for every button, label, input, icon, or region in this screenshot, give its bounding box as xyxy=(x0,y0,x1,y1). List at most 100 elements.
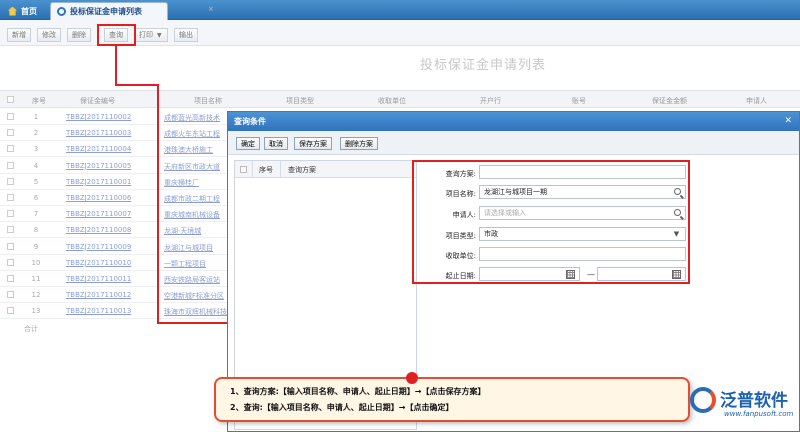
col-header-applicant: 申请人 xyxy=(746,97,767,105)
tab-bid-deposit-list[interactable]: 投标保证金申请列表 × xyxy=(50,2,214,20)
cancel-button[interactable]: 取消 xyxy=(264,137,288,150)
row-checkbox[interactable] xyxy=(7,242,14,250)
row-checkbox[interactable] xyxy=(7,161,14,169)
dialog-toolbar: 确定 取消 保存方案 删除方案 xyxy=(228,131,799,155)
dialog-title: 查询条件 xyxy=(234,117,266,126)
row-project-link[interactable]: 龙湖·天境城 xyxy=(164,226,230,236)
row-no: 13 xyxy=(31,307,41,316)
col-header-code: 保证金编号 xyxy=(80,97,115,105)
row-code-link[interactable]: TBBZJ2017110005 xyxy=(66,162,131,170)
row-project-link[interactable]: 港珠澳大桥施工 xyxy=(164,145,230,155)
table-row[interactable]: 5 TBBZJ2017110001 重庆横桂厂 xyxy=(0,174,230,190)
annotation-line xyxy=(157,84,159,324)
row-no: 10 xyxy=(31,258,41,267)
table-row[interactable]: 7 TBBZJ2017110007 重庆城南机械设备 xyxy=(0,206,230,223)
row-code-link[interactable]: TBBZJ2017110010 xyxy=(66,259,131,267)
delete-button[interactable]: 删除 xyxy=(67,28,91,42)
row-project-link[interactable]: 龙湖江与城项目 xyxy=(164,243,230,253)
row-checkbox[interactable] xyxy=(7,177,14,185)
col-header-amount: 保证金金额 xyxy=(652,97,687,105)
row-code-link[interactable]: TBBZJ2017110012 xyxy=(66,291,131,299)
table-row[interactable]: 6 TBBZJ2017110006 成都市政二期工程 xyxy=(0,190,230,206)
row-code-link[interactable]: TBBZJ2017110011 xyxy=(66,275,131,283)
row-no: 8 xyxy=(33,226,39,235)
dialog-header: 查询条件 ✕ xyxy=(228,112,799,131)
row-project-link[interactable]: 空港新城F标准分区 xyxy=(164,291,230,301)
table-row[interactable]: 3 TBBZJ2017110004 港珠澳大桥施工 xyxy=(0,141,230,158)
row-code-link[interactable]: TBBZJ2017110009 xyxy=(66,243,131,251)
row-code-link[interactable]: TBBZJ2017110006 xyxy=(66,194,131,202)
row-code-link[interactable]: TBBZJ2017110003 xyxy=(66,129,131,137)
row-project-link[interactable]: 成都市政二期工程 xyxy=(164,194,230,204)
row-checkbox[interactable] xyxy=(7,275,14,282)
row-checkbox[interactable] xyxy=(7,113,14,120)
row-project-link[interactable]: 西安铁路局客运站 xyxy=(164,275,230,285)
row-project-link[interactable]: 天府新区市政大道 xyxy=(164,162,230,172)
table-row[interactable]: 1 TBBZJ2017110002 成都蓝光高新技术 xyxy=(0,109,230,125)
table-row[interactable]: 10 TBBZJ2017110010 一颗工程项目 xyxy=(0,255,230,271)
row-no: 5 xyxy=(33,177,39,186)
row-checkbox[interactable] xyxy=(7,194,14,201)
tab-bid-deposit-label: 投标保证金申请列表 xyxy=(70,7,142,16)
callout-line-1: 1、查询方案:【输入项目名称、申请人、起止日期】→【点击保存方案】 xyxy=(230,387,486,396)
table-row[interactable]: 8 TBBZJ2017110008 龙湖·天境城 xyxy=(0,222,230,239)
row-checkbox[interactable] xyxy=(7,226,14,234)
row-project-link[interactable]: 重庆横桂厂 xyxy=(164,178,230,188)
logo-name: 泛普软件 xyxy=(720,391,788,411)
annotation-line xyxy=(115,84,159,86)
table-row[interactable]: 11 TBBZJ2017110011 西安铁路局客运站 xyxy=(0,271,230,287)
row-checkbox[interactable] xyxy=(7,210,14,218)
row-code-link[interactable]: TBBZJ2017110004 xyxy=(66,145,131,153)
col-header-type: 项目类型 xyxy=(286,97,314,105)
close-icon[interactable]: × xyxy=(208,6,215,13)
row-project-link[interactable]: 珠海市双辉机械科技 xyxy=(164,307,230,317)
row-code-link[interactable]: TBBZJ2017110008 xyxy=(66,226,131,234)
row-no: 3 xyxy=(33,145,39,154)
form-highlight-box xyxy=(412,160,690,284)
row-no: 6 xyxy=(33,194,39,202)
row-checkbox[interactable] xyxy=(7,307,14,315)
row-project-link[interactable]: 成都蓝光高新技术 xyxy=(164,113,230,123)
close-icon[interactable]: ✕ xyxy=(784,116,792,126)
instruction-callout: 1、查询方案:【输入项目名称、申请人、起止日期】→【点击保存方案】 2、查询:【… xyxy=(214,377,690,422)
delete-plan-button[interactable]: 删除方案 xyxy=(340,137,378,150)
callout-pin xyxy=(406,372,418,384)
plan-list-header: 序号 查询方案 xyxy=(235,161,416,178)
row-code-link[interactable]: TBBZJ2017110007 xyxy=(66,210,131,218)
grid-header: 序号 保证金编号 项目名称 项目类型 收取单位 开户行 账号 保证金金额 申请人 xyxy=(0,90,800,108)
row-project-link[interactable]: 一颗工程项目 xyxy=(164,259,230,269)
confirm-button[interactable]: 确定 xyxy=(236,137,260,150)
row-checkbox[interactable] xyxy=(7,291,14,299)
table-row[interactable]: 2 TBBZJ2017110003 成都火车东站工程 xyxy=(0,125,230,142)
table-row[interactable]: 13 TBBZJ2017110013 珠海市双辉机械科技 xyxy=(0,303,230,320)
logo: 泛普软件 www.fanpusoft.com xyxy=(690,383,798,425)
row-checkbox[interactable] xyxy=(7,258,14,266)
row-project-link[interactable]: 重庆城南机械设备 xyxy=(164,210,230,220)
table-row[interactable]: 9 TBBZJ2017110009 龙湖江与城项目 xyxy=(0,239,230,255)
chevron-down-icon: ▼ xyxy=(157,31,162,39)
tab-home[interactable]: 首页 xyxy=(2,2,48,20)
row-no: 1 xyxy=(33,113,39,121)
row-code-link[interactable]: TBBZJ2017110001 xyxy=(66,178,131,186)
print-button[interactable]: 打印 ▼ xyxy=(134,28,168,42)
save-plan-button[interactable]: 保存方案 xyxy=(294,137,332,150)
row-checkbox[interactable] xyxy=(7,129,14,137)
edit-button[interactable]: 修改 xyxy=(37,28,61,42)
plan-col-no: 序号 xyxy=(259,166,273,174)
table-row[interactable]: 4 TBBZJ2017110005 天府新区市政大道 xyxy=(0,158,230,174)
export-button[interactable]: 输出 xyxy=(174,28,198,42)
row-no: 7 xyxy=(33,210,39,219)
col-header-receiver: 收取单位 xyxy=(378,97,406,105)
plan-select-all-checkbox[interactable] xyxy=(240,166,247,173)
table-row[interactable]: 12 TBBZJ2017110012 空港新城F标准分区 xyxy=(0,287,230,304)
select-all-checkbox[interactable] xyxy=(7,96,14,103)
gear-icon xyxy=(57,7,66,16)
row-code-link[interactable]: TBBZJ2017110002 xyxy=(66,113,131,121)
row-code-link[interactable]: TBBZJ2017110013 xyxy=(66,307,131,315)
row-no: 12 xyxy=(31,291,41,300)
callout-line-2: 2、查询:【输入项目名称、申请人、起止日期】→【点击确定】 xyxy=(230,403,454,412)
row-project-link[interactable]: 成都火车东站工程 xyxy=(164,129,230,139)
row-checkbox[interactable] xyxy=(7,145,14,153)
add-button[interactable]: 新增 xyxy=(7,28,31,42)
annotation-line xyxy=(115,46,117,86)
